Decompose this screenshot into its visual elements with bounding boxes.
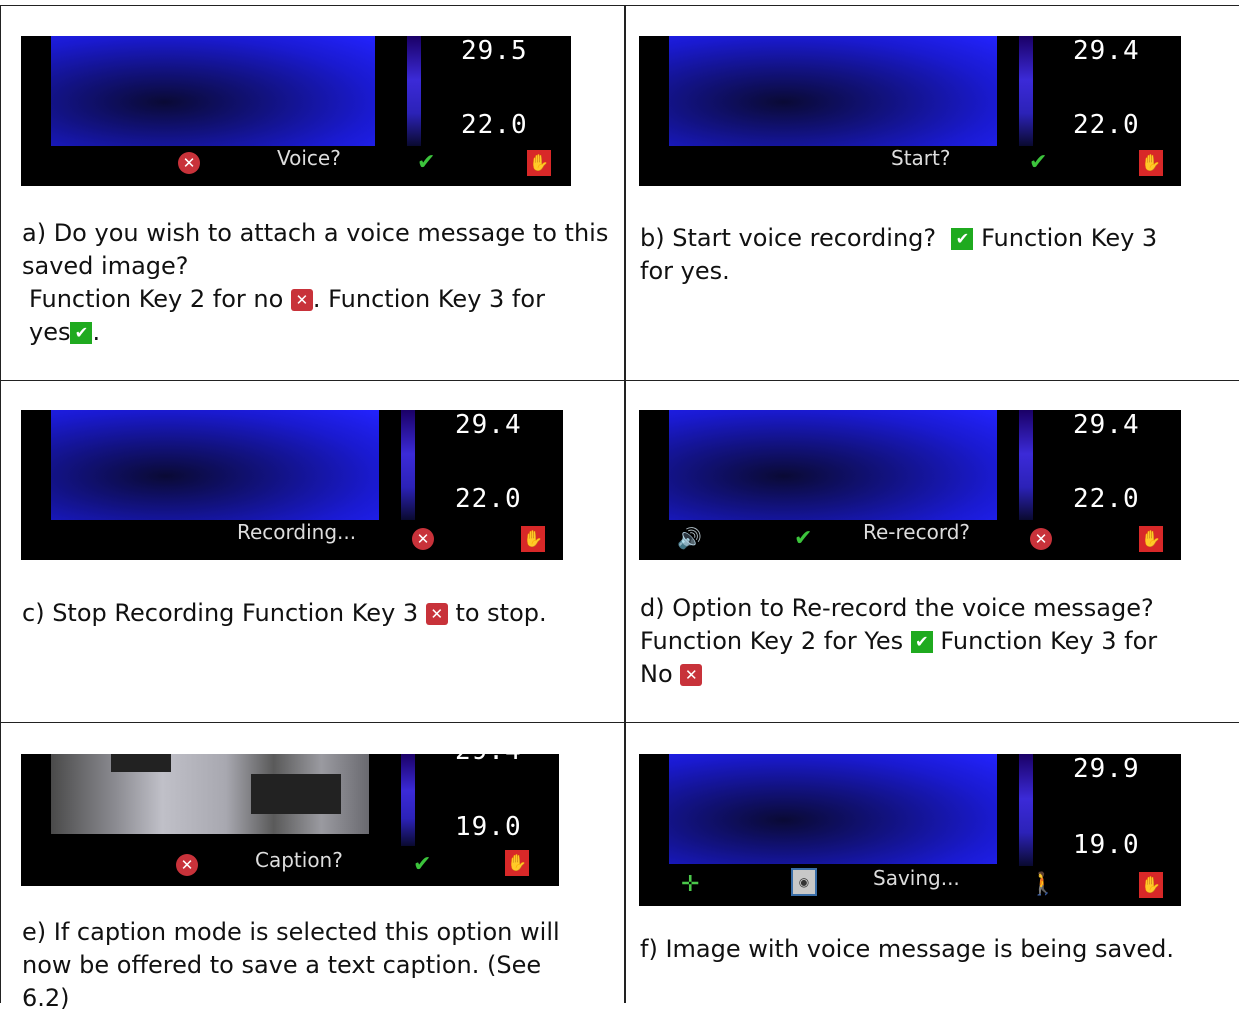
crosshair-icon: ✛ [681, 872, 700, 897]
caption-d: d) Option to Re-record the voice message… [640, 592, 1230, 691]
table-border-left [0, 5, 1, 1003]
table-divider-vertical [624, 5, 626, 1003]
color-scale-bar [407, 36, 421, 146]
hand-stop-icon: ✋ [1139, 526, 1163, 552]
hand-stop-icon: ✋ [1139, 872, 1163, 898]
caption-d-line1: d) Option to Re-record the voice message… [640, 594, 1154, 622]
temp-high: 29.9 [1073, 754, 1140, 784]
check-icon: ✔ [794, 526, 813, 551]
caption-a-line1: a) Do you wish to attach a voice message… [22, 219, 609, 280]
color-scale-bar [1019, 410, 1033, 520]
table-divider-row1 [0, 380, 1239, 381]
thermal-image [669, 410, 997, 520]
caption-d-line2: Function Key 2 for Yes ✔ Function Key 3 … [640, 627, 1158, 655]
thermal-image [669, 754, 997, 864]
check-icon: ✔ [417, 150, 436, 175]
temp-low: 22.0 [461, 110, 528, 140]
check-icon: ✔ [413, 852, 432, 877]
table-border-top [0, 5, 1239, 6]
check-icon: ✔ [70, 322, 93, 344]
prompt-label: Re-record? [863, 520, 971, 544]
prompt-label: Caption? [255, 848, 343, 872]
camera-screen-e: 29.4 19.0 ✕ Caption? ✔ ✋ [21, 754, 559, 886]
x-cancel-icon: ✕ [680, 664, 703, 686]
prompt-label: Voice? [277, 146, 341, 170]
hand-stop-icon: ✋ [521, 526, 545, 552]
temp-low: 19.0 [455, 812, 522, 842]
color-scale-bar [401, 754, 415, 846]
temp-high: 29.4 [455, 410, 522, 440]
prompt-label: Start? [891, 146, 951, 170]
hand-stop-icon: ✋ [527, 150, 551, 176]
temp-high: 29.5 [461, 36, 528, 66]
caption-b-line2: for yes. [640, 257, 730, 285]
temp-low: 22.0 [455, 484, 522, 514]
hand-stop-icon: ✋ [1139, 150, 1163, 176]
temp-low: 19.0 [1073, 830, 1140, 860]
thermal-image [51, 410, 379, 520]
instruction-table: 29.5 22.0 ✕ Voice? ✔ ✋ a) Do you wish to… [0, 0, 1239, 1012]
check-icon: ✔ [1029, 150, 1048, 175]
temp-high: 29.4 [1073, 410, 1140, 440]
camera-screen-d: 29.4 22.0 🔊 ✔ Re-record? ✕ ✋ [639, 410, 1181, 560]
camera-screen-f: 29.9 19.0 ✛ ◉ Saving... 🚶 ✋ [639, 754, 1181, 906]
hand-stop-icon: ✋ [505, 850, 529, 876]
x-cancel-icon: ✕ [176, 854, 198, 876]
color-scale-bar [401, 410, 415, 520]
caption-a: a) Do you wish to attach a voice message… [22, 217, 612, 349]
caption-a-line2: Function Key 2 for no ✕. Function Key 3 … [29, 285, 545, 313]
x-cancel-icon: ✕ [412, 528, 434, 550]
check-icon: ✔ [951, 228, 974, 250]
table-divider-row2 [0, 722, 1239, 723]
caption-d-line3: No ✕ [640, 658, 1230, 691]
caption-e: e) If caption mode is selected this opti… [22, 918, 560, 1012]
camera-screen-c: 29.4 22.0 Recording... ✕ ✋ [21, 410, 563, 560]
x-cancel-icon: ✕ [425, 603, 448, 625]
temp-high: 29.4 [1073, 36, 1140, 66]
speaker-icon: 🔊 [677, 526, 702, 550]
visual-photo-image [51, 754, 369, 834]
prompt-label: Recording... [237, 520, 357, 544]
walking-person-icon: 🚶 [1029, 872, 1057, 897]
x-cancel-icon: ✕ [290, 289, 313, 311]
caption-b-line1: b) Start voice recording? ✔ Function Key… [640, 224, 1158, 252]
caption-c: c) Stop Recording Function Key 3 ✕ to st… [22, 599, 547, 627]
prompt-label: Saving... [873, 866, 960, 890]
x-cancel-icon: ✕ [1030, 528, 1052, 550]
camera-screen-a: 29.5 22.0 ✕ Voice? ✔ ✋ [21, 36, 571, 186]
caption-b: b) Start voice recording? ✔ Function Key… [640, 222, 1230, 288]
caption-f: f) Image with voice message is being sav… [640, 935, 1174, 963]
color-scale-bar [1019, 36, 1033, 146]
thermal-image [51, 36, 375, 146]
color-scale-bar [1019, 754, 1033, 866]
temp-low: 22.0 [1073, 484, 1140, 514]
temp-low: 22.0 [1073, 110, 1140, 140]
x-cancel-icon: ✕ [178, 152, 200, 174]
check-icon: ✔ [910, 631, 933, 653]
temp-high: 29.4 [455, 754, 522, 766]
thermal-image [669, 36, 997, 146]
save-disk-icon: ◉ [791, 868, 817, 896]
caption-a-line3: yes ✔. [29, 318, 101, 346]
camera-screen-b: 29.4 22.0 Start? ✔ ✋ [639, 36, 1181, 186]
